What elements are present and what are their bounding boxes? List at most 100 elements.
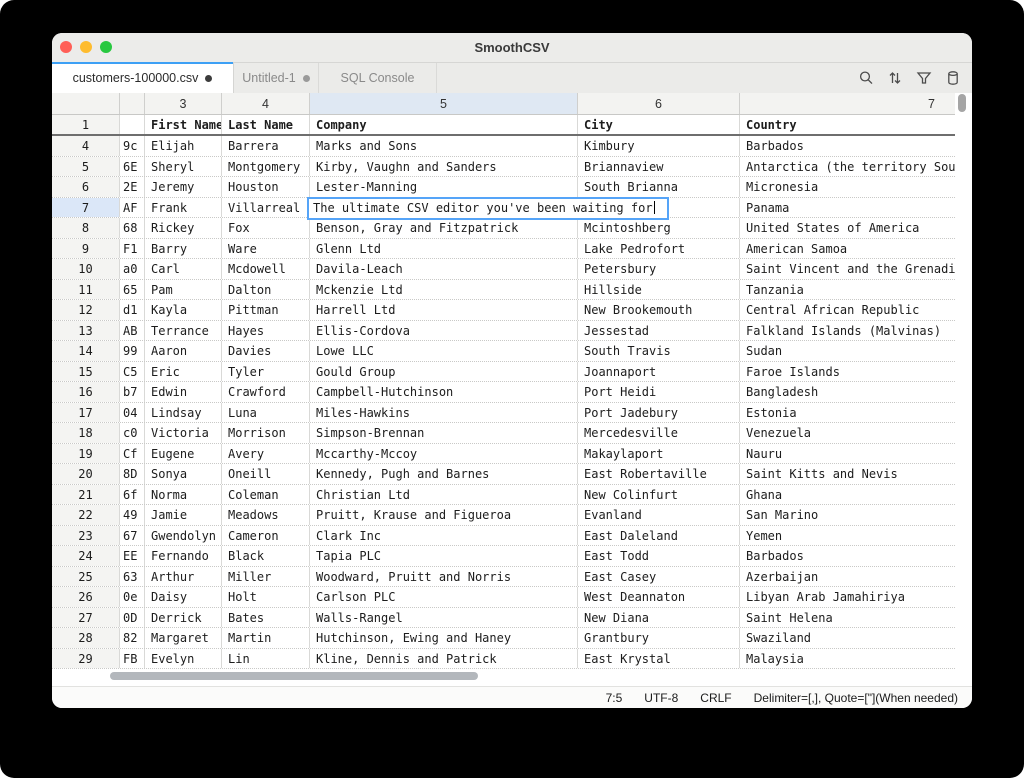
cell-last-name[interactable]: Meadows: [222, 505, 310, 525]
cell-country[interactable]: Micronesia: [740, 177, 955, 197]
cell-city[interactable]: West Deannaton: [578, 587, 740, 607]
cell-last-name-header[interactable]: Last Name: [222, 115, 310, 134]
cell-city[interactable]: Evanland: [578, 505, 740, 525]
cell-company[interactable]: Kennedy, Pugh and Barnes: [310, 464, 578, 484]
cell-company[interactable]: Kline, Dennis and Patrick: [310, 649, 578, 669]
cell-last-name[interactable]: Black: [222, 546, 310, 566]
cell-city[interactable]: South Travis: [578, 341, 740, 361]
column-header-5[interactable]: 5: [310, 93, 578, 114]
cell-first-name[interactable]: Margaret: [145, 628, 222, 648]
column-header-4[interactable]: 4: [222, 93, 310, 114]
cell-city[interactable]: Lake Pedrofort: [578, 239, 740, 259]
cell-country[interactable]: Yemen: [740, 526, 955, 546]
row-number[interactable]: 28: [52, 628, 120, 648]
column-header-3[interactable]: 3: [145, 93, 222, 114]
cell-company[interactable]: Clark Inc: [310, 526, 578, 546]
database-icon[interactable]: [944, 70, 961, 87]
cell-company[interactable]: Christian Ltd: [310, 485, 578, 505]
cell-customer-id[interactable]: 65: [120, 280, 145, 300]
row-number[interactable]: 17: [52, 403, 120, 423]
cell-customer-id[interactable]: 68: [120, 218, 145, 238]
cell-first-name[interactable]: Carl: [145, 259, 222, 279]
cell-last-name[interactable]: Mcdowell: [222, 259, 310, 279]
tab-untitled-1[interactable]: Untitled-1: [234, 63, 319, 93]
cell-country[interactable]: Swaziland: [740, 628, 955, 648]
cell-city[interactable]: Kimbury: [578, 136, 740, 156]
cell-city[interactable]: East Robertaville: [578, 464, 740, 484]
select-all-corner[interactable]: [52, 93, 120, 114]
cell-country[interactable]: Tanzania: [740, 280, 955, 300]
cell-first-name[interactable]: Sheryl: [145, 157, 222, 177]
cell-company[interactable]: Lowe LLC: [310, 341, 578, 361]
cell-editor[interactable]: The ultimate CSV editor you've been wait…: [307, 197, 669, 220]
cell-city[interactable]: Mcintoshberg: [578, 218, 740, 238]
cell-customer-id[interactable]: 04: [120, 403, 145, 423]
row-number[interactable]: 6: [52, 177, 120, 197]
cell-last-name[interactable]: Oneill: [222, 464, 310, 484]
cell-city[interactable]: South Brianna: [578, 177, 740, 197]
cell-first-name[interactable]: Eric: [145, 362, 222, 382]
cell-city[interactable]: New Diana: [578, 608, 740, 628]
tab-customers-csv[interactable]: customers-100000.csv: [52, 63, 234, 93]
row-number[interactable]: 14: [52, 341, 120, 361]
cell-customer-id[interactable]: c0: [120, 423, 145, 443]
cell-last-name[interactable]: Fox: [222, 218, 310, 238]
cell-first-name[interactable]: Derrick: [145, 608, 222, 628]
cell-country[interactable]: Venezuela: [740, 423, 955, 443]
cell-customer-id[interactable]: Cf: [120, 444, 145, 464]
cell-country[interactable]: Barbados: [740, 546, 955, 566]
cell-country[interactable]: Falkland Islands (Malvinas): [740, 321, 955, 341]
cell-first-name[interactable]: Jamie: [145, 505, 222, 525]
cell-company[interactable]: Walls-Rangel: [310, 608, 578, 628]
cell-country[interactable]: United States of America: [740, 218, 955, 238]
tab-sql-console[interactable]: SQL Console: [319, 63, 437, 93]
cell-company[interactable]: Harrell Ltd: [310, 300, 578, 320]
cell-company[interactable]: Mckenzie Ltd: [310, 280, 578, 300]
cell-country[interactable]: Saint Kitts and Nevis: [740, 464, 955, 484]
cell-customer-id[interactable]: EE: [120, 546, 145, 566]
cell-last-name[interactable]: Crawford: [222, 382, 310, 402]
row-number[interactable]: 1: [52, 115, 120, 134]
cell-first-name[interactable]: Norma: [145, 485, 222, 505]
cell-first-name[interactable]: Edwin: [145, 382, 222, 402]
cell-customer-id[interactable]: 63: [120, 567, 145, 587]
cell-last-name[interactable]: Montgomery: [222, 157, 310, 177]
cell-country[interactable]: Libyan Arab Jamahiriya: [740, 587, 955, 607]
cell-first-name[interactable]: Terrance: [145, 321, 222, 341]
cell-company[interactable]: Benson, Gray and Fitzpatrick: [310, 218, 578, 238]
cell-company[interactable]: Pruitt, Krause and Figueroa: [310, 505, 578, 525]
cell-customer-id[interactable]: 49: [120, 505, 145, 525]
cell-country[interactable]: Ghana: [740, 485, 955, 505]
row-number[interactable]: 4: [52, 136, 120, 156]
cell-country[interactable]: American Samoa: [740, 239, 955, 259]
cell-company[interactable]: Mccarthy-Mccoy: [310, 444, 578, 464]
row-number[interactable]: 11: [52, 280, 120, 300]
row-number[interactable]: 8: [52, 218, 120, 238]
column-header-7[interactable]: 7: [740, 93, 955, 114]
cell-customer-id[interactable]: C5: [120, 362, 145, 382]
cell-city[interactable]: East Todd: [578, 546, 740, 566]
cell-city[interactable]: Mercedesville: [578, 423, 740, 443]
column-header-6[interactable]: 6: [578, 93, 740, 114]
cell-country[interactable]: Malaysia: [740, 649, 955, 669]
row-number[interactable]: 7: [52, 198, 120, 218]
row-number[interactable]: 5: [52, 157, 120, 177]
cell-customer-id-header[interactable]: [120, 115, 145, 134]
cell-customer-id[interactable]: 2E: [120, 177, 145, 197]
cell-first-name[interactable]: Elijah: [145, 136, 222, 156]
cell-last-name[interactable]: Davies: [222, 341, 310, 361]
cell-customer-id[interactable]: 67: [120, 526, 145, 546]
cell-customer-id[interactable]: 8D: [120, 464, 145, 484]
sort-icon[interactable]: [886, 70, 903, 87]
cell-country[interactable]: Faroe Islands: [740, 362, 955, 382]
cell-first-name-header[interactable]: First Name: [145, 115, 222, 134]
cell-customer-id[interactable]: 6E: [120, 157, 145, 177]
cell-city[interactable]: Briannaview: [578, 157, 740, 177]
cell-customer-id[interactable]: 99: [120, 341, 145, 361]
cell-company[interactable]: Hutchinson, Ewing and Haney: [310, 628, 578, 648]
cell-customer-id[interactable]: 6f: [120, 485, 145, 505]
cell-country[interactable]: Azerbaijan: [740, 567, 955, 587]
row-number[interactable]: 26: [52, 587, 120, 607]
cell-last-name[interactable]: Cameron: [222, 526, 310, 546]
cell-city[interactable]: Petersbury: [578, 259, 740, 279]
